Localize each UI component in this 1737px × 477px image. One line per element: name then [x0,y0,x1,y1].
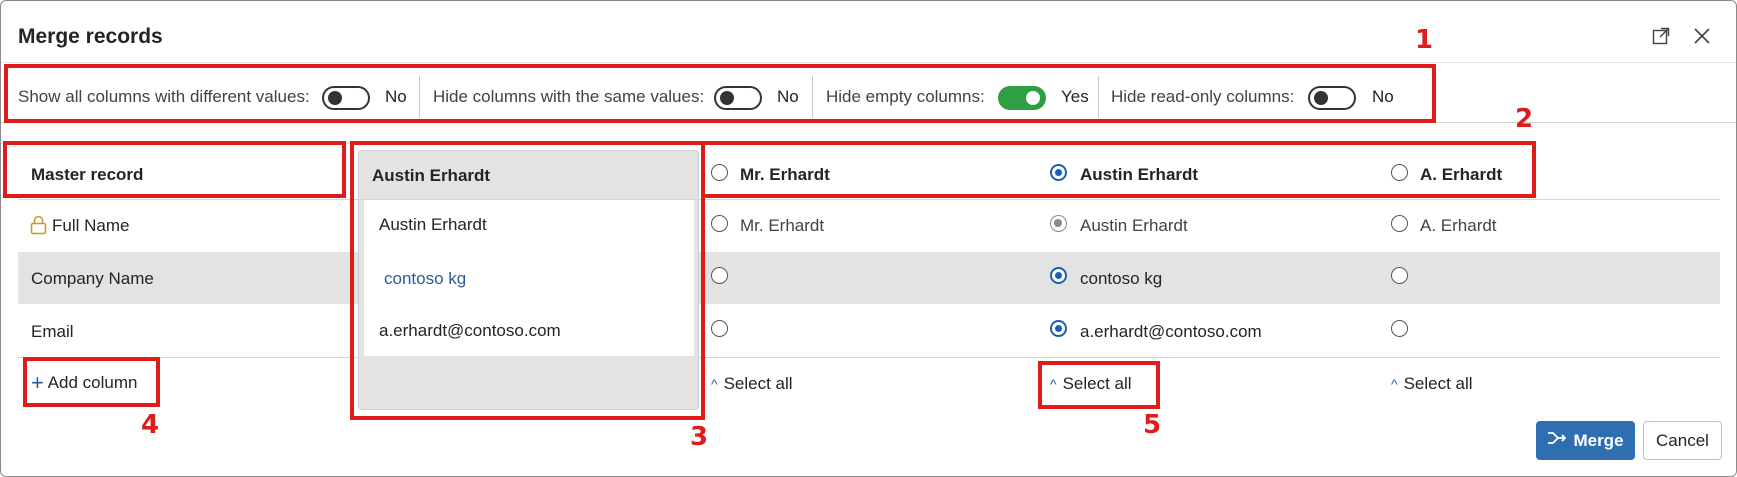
merge-icon [1547,430,1567,451]
toggle-value-hide-same: No [777,87,799,106]
email-radio-3[interactable] [1391,320,1408,337]
lock-icon [30,215,47,240]
email-radio-2[interactable] [1050,320,1067,337]
select-all-label: Select all [1062,374,1132,393]
record-radio-2[interactable] [1050,164,1067,181]
company-radio-2[interactable] [1050,267,1067,284]
record-header-2: Austin Erhardt [1080,165,1199,184]
email-value-2: a.erhardt@contoso.com [1080,322,1262,341]
toggle-hide-empty[interactable] [998,86,1046,110]
table-bottom-divider [18,357,358,358]
merge-button[interactable]: Merge [1536,421,1635,460]
toggle-label-show-different: Show all columns with different values: [18,87,310,106]
toolbar-separator [419,76,420,118]
full-name-value-3: A. Erhardt [1420,216,1497,235]
full-name-value-1: Mr. Erhardt [740,216,825,235]
toggle-label-hide-same: Hide columns with the same values: [433,87,705,106]
annotation-number-1: 1 [1415,25,1434,55]
toggle-label-hide-empty: Hide empty columns: [826,87,985,106]
toolbar-separator [1098,76,1099,118]
annotation-number-4: 4 [141,410,160,440]
toggle-hide-same[interactable] [714,86,762,110]
toggle-value-show-different: No [385,87,407,106]
table-bottom-divider [699,357,1720,358]
chevron-up-icon: ^ [1391,376,1398,392]
record-header-1: Mr. Erhardt [740,165,830,184]
annotation-number-5: 5 [1143,410,1162,440]
annotation-number-2: 2 [1515,104,1534,134]
close-icon[interactable] [1693,27,1711,49]
record-radio-3[interactable] [1391,164,1408,181]
select-all-record-1[interactable]: ^ Select all [711,374,793,394]
dialog-title: Merge records [18,25,163,48]
full-name-radio-3[interactable] [1391,215,1408,232]
email-radio-1[interactable] [711,320,728,337]
record-radio-1[interactable] [711,164,728,181]
master-value-email: a.erhardt@contoso.com [379,321,561,340]
toggle-show-different[interactable] [322,86,370,110]
field-label-email: Email [31,322,74,341]
plus-icon: + [31,370,44,395]
full-name-radio-2[interactable] [1050,215,1067,232]
table-row-highlight [18,252,1720,304]
company-radio-3[interactable] [1391,267,1408,284]
toggle-label-hide-readonly: Hide read-only columns: [1111,87,1295,106]
company-radio-1[interactable] [711,267,728,284]
field-label-company-name: Company Name [31,269,154,288]
master-value-full-name: Austin Erhardt [379,215,487,234]
toggle-value-hide-readonly: No [1372,87,1394,106]
select-all-record-3[interactable]: ^ Select all [1391,374,1473,394]
company-value-2: contoso kg [1080,269,1163,288]
merge-records-dialog: Merge records Show all columns with diff… [0,0,1737,477]
toolbar-bottom-divider [1,122,1736,123]
toggle-value-hide-empty: Yes [1061,87,1089,106]
add-column-button[interactable]: + Add column [31,370,137,396]
select-all-record-2[interactable]: ^ Select all [1050,374,1132,394]
full-name-value-2: Austin Erhardt [1080,216,1188,235]
merge-label: Merge [1573,430,1624,450]
add-column-label: Add column [47,373,138,392]
master-record-name: Austin Erhardt [372,166,491,185]
header-divider [18,199,1720,200]
annotation-number-3: 3 [690,422,709,452]
chevron-up-icon: ^ [1050,376,1057,392]
record-header-3: A. Erhardt [1420,165,1503,184]
master-record-header: Master record [31,165,144,184]
chevron-up-icon: ^ [711,376,718,392]
master-value-company-link[interactable]: contoso kg [384,269,466,289]
toolbar-top-divider [1,62,1736,63]
select-all-label: Select all [723,374,793,393]
toggle-hide-readonly[interactable] [1308,86,1356,110]
toolbar-separator [812,76,813,118]
expand-icon[interactable] [1652,27,1670,49]
full-name-radio-1[interactable] [711,215,728,232]
field-label-full-name: Full Name [52,216,130,235]
select-all-label: Select all [1403,374,1473,393]
cancel-button[interactable]: Cancel [1643,421,1722,460]
